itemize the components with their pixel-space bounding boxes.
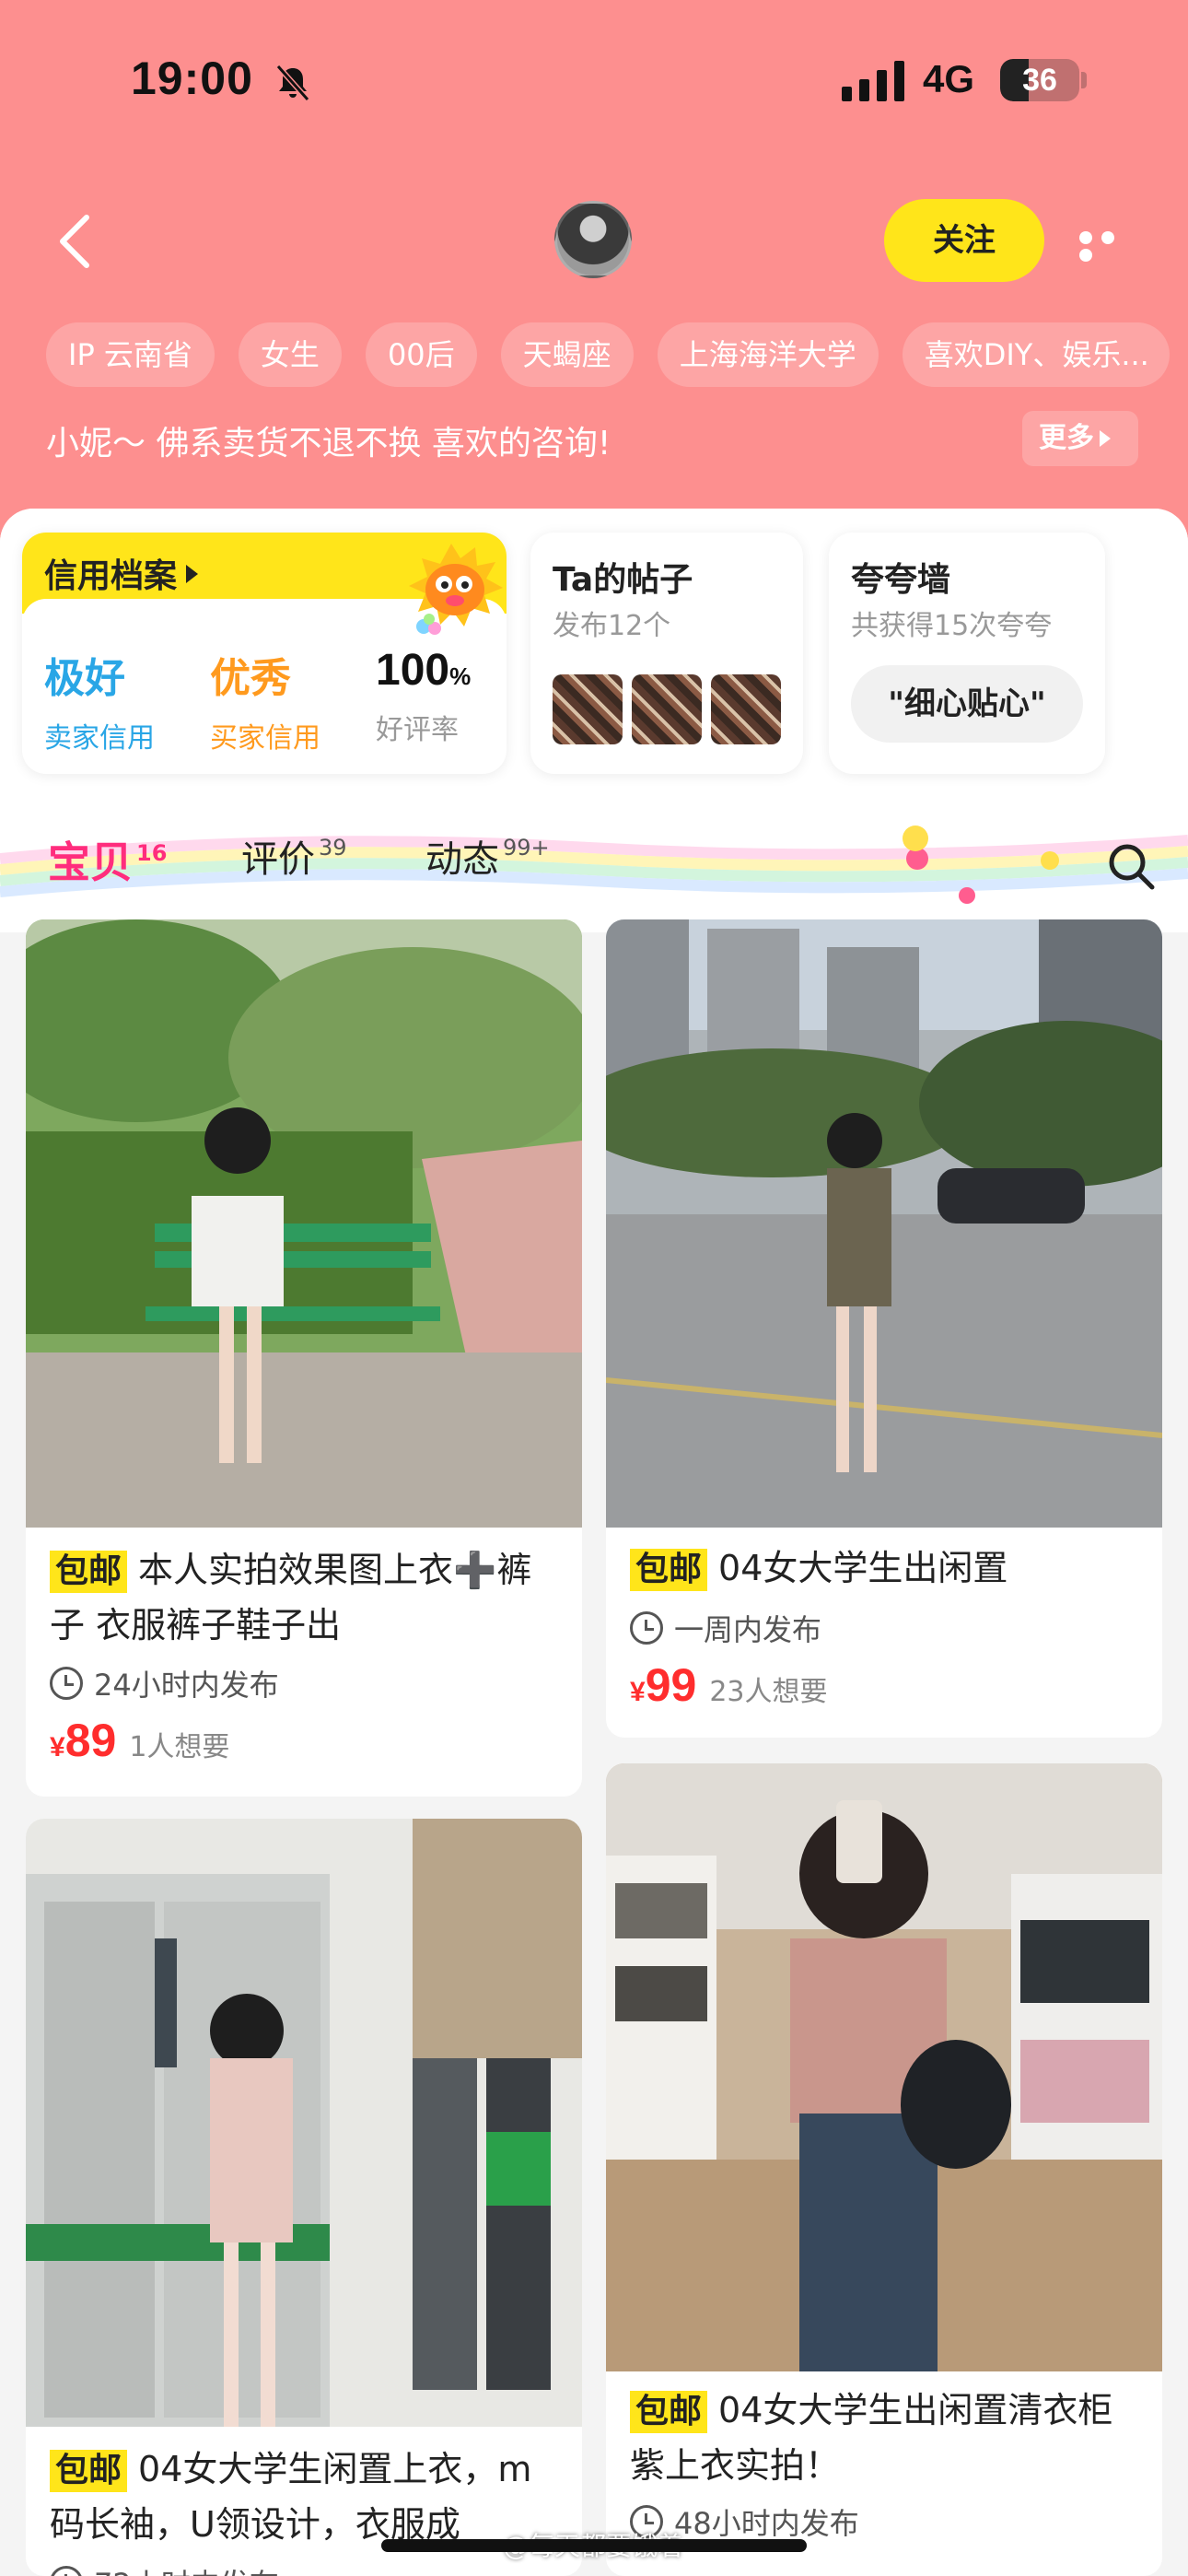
currency-symbol: ¥ [50, 1732, 65, 1762]
positive-rate-label: 好评率 [376, 714, 459, 746]
seller-credit-label: 卖家信用 [44, 722, 155, 755]
credit-title-text: 信用档案 [44, 557, 178, 595]
tag-gender[interactable]: 女生 [238, 322, 342, 387]
signal-icon [842, 61, 904, 101]
credit-card[interactable]: 信用档案 极好 卖家信用 优秀 买家信用 100% 好评率 [22, 533, 507, 774]
profile-bio: 小妮～ 佛系卖货不退不换 喜欢的咨询! [46, 425, 611, 463]
bio-more-button[interactable]: 更多 [1022, 411, 1138, 466]
post-thumbnail[interactable] [711, 674, 781, 744]
praise-tag: "细心贴心" [851, 665, 1083, 743]
tab-activity[interactable]: 动态 99+ [425, 829, 550, 883]
tab-reviews[interactable]: 评价 39 [241, 829, 347, 883]
product-title-text: 04女大学生出闲置 [718, 1548, 1008, 1588]
search-icon[interactable] [1105, 840, 1157, 892]
tab-items-count: 16 [136, 840, 168, 866]
positive-rate-value: 100% [376, 645, 471, 696]
tab-activity-label: 动态 [425, 838, 499, 881]
battery-icon: 36 [1000, 59, 1079, 101]
battery-level: 36 [1022, 63, 1057, 98]
post-thumbnail[interactable] [553, 674, 623, 744]
triangle-right-icon [186, 565, 199, 583]
buyer-credit-value: 优秀 [210, 655, 291, 702]
home-indicator[interactable] [381, 2539, 807, 2552]
triangle-right-icon [1100, 430, 1111, 447]
want-count: 1人想要 [129, 1731, 230, 1763]
chevron-left-icon[interactable] [53, 212, 94, 271]
posts-count: 发布12个 [553, 610, 671, 642]
product-card[interactable]: 包邮 04女大学生出闲置 一周内发布 ¥99 23人想要 [606, 919, 1162, 1738]
product-title: 包邮 04女大学生出闲置 [630, 1540, 1146, 1596]
product-title: 包邮 本人实拍效果图上衣➕裤子 衣服裤子鞋子出 [50, 1542, 565, 1653]
battery-cap [1081, 72, 1087, 88]
product-price: ¥99 23人想要 [630, 1658, 828, 1712]
profile-tags: IP 云南省 女生 00后 天蝎座 上海海洋大学 喜欢DIY、娱乐... [46, 322, 1170, 387]
tab-reviews-count: 39 [319, 835, 347, 861]
tag-hobbies[interactable]: 喜欢DIY、娱乐... [902, 322, 1170, 387]
seller-credit-value: 极好 [44, 655, 125, 702]
free-shipping-badge: 包邮 [50, 2450, 128, 2492]
status-time: 19:00 [131, 53, 253, 104]
tag-zodiac[interactable]: 天蝎座 [500, 322, 634, 387]
bio-more-label: 更多 [1039, 422, 1094, 454]
product-price: ¥89 1人想要 [50, 1714, 229, 1767]
free-shipping-badge: 包邮 [50, 1551, 128, 1593]
clock-icon [50, 2566, 83, 2576]
price-value: 89 [64, 1715, 117, 1766]
product-card[interactable]: 包邮 本人实拍效果图上衣➕裤子 衣服裤子鞋子出 24小时内发布 ¥89 1人想要 [26, 919, 582, 1797]
avatar[interactable] [554, 201, 632, 278]
free-shipping-badge: 包邮 [630, 2391, 708, 2433]
product-time: 72小时内发布 [50, 2561, 279, 2576]
credit-title: 信用档案 [44, 549, 199, 597]
follow-button[interactable]: 关注 [884, 199, 1044, 282]
product-time-text: 一周内发布 [674, 1612, 822, 1647]
positive-rate: 100% 好评率 [376, 645, 471, 747]
product-time-text: 24小时内发布 [94, 1668, 279, 1703]
currency-symbol: ¥ [630, 1677, 646, 1707]
free-shipping-badge: 包邮 [630, 1549, 708, 1591]
product-photo[interactable] [606, 1763, 1162, 2371]
buyer-credit: 优秀 买家信用 [210, 645, 320, 755]
price-value: 99 [645, 1659, 697, 1711]
network-type: 4G [923, 57, 975, 100]
rate-number: 100 [376, 646, 450, 695]
seller-credit: 极好 卖家信用 [44, 645, 155, 755]
tag-age[interactable]: 00后 [365, 322, 477, 387]
product-title: 包邮 04女大学生闲置上衣，m码长袖，U领设计，衣服成 [50, 2441, 565, 2552]
mascot-icon [409, 544, 503, 635]
clock-icon [50, 1667, 83, 1700]
bell-slash-icon [275, 64, 310, 101]
rainbow-decoration [0, 825, 1188, 904]
product-title: 包邮 04女大学生出闲置清衣柜 紫上衣实拍！ [630, 2383, 1146, 2493]
tag-ip[interactable]: IP 云南省 [46, 322, 215, 387]
tab-reviews-label: 评价 [241, 838, 315, 881]
buyer-credit-label: 买家信用 [210, 722, 320, 755]
product-time-text: 72小时内发布 [94, 2561, 279, 2576]
product-photo[interactable] [26, 1819, 582, 2427]
rate-unit: % [449, 662, 472, 690]
product-time: 一周内发布 [630, 1607, 821, 1649]
praise-wall-card[interactable]: 夸夸墙 共获得15次夸夸 "细心贴心" [829, 533, 1105, 774]
tab-activity-count: 99+ [503, 835, 550, 861]
post-thumbnail[interactable] [632, 674, 702, 744]
product-photo[interactable] [26, 919, 582, 1528]
clock-icon [630, 1611, 663, 1645]
praise-count: 共获得15次夸夸 [851, 610, 1053, 642]
product-card[interactable]: 包邮04女大学生闲置上衣，m码长袖，U领设计，衣服成 72小时内发布 [26, 1819, 582, 2576]
product-card[interactable]: 包邮 04女大学生出闲置清衣柜 紫上衣实拍！ 48小时内发布 [606, 1763, 1162, 2576]
tab-items-label: 宝贝 [48, 837, 133, 887]
tab-items[interactable]: 宝贝 16 [48, 829, 167, 890]
product-time: 24小时内发布 [50, 1662, 279, 1704]
product-time-text: 48小时内发布 [674, 2506, 859, 2541]
tag-school[interactable]: 上海海洋大学 [657, 322, 879, 387]
posts-title: Ta的帖子 [553, 561, 693, 599]
product-photo[interactable] [606, 919, 1162, 1528]
want-count: 23人想要 [709, 1676, 828, 1708]
posts-card[interactable]: Ta的帖子 发布12个 [530, 533, 803, 774]
praise-title: 夸夸墙 [851, 561, 951, 599]
more-dots-icon[interactable] [1079, 230, 1140, 262]
